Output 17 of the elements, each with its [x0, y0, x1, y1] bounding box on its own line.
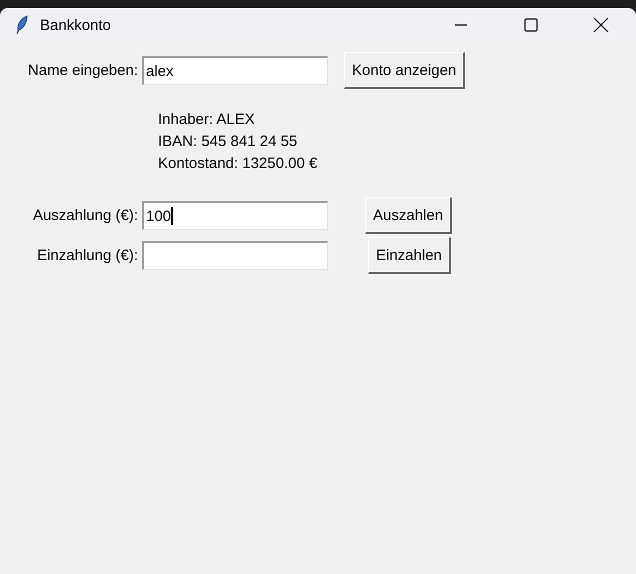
- account-info-line: Inhaber: ALEX: [158, 110, 256, 130]
- close-icon: [593, 17, 609, 33]
- text-cursor: [171, 207, 174, 225]
- amount-input[interactable]: [142, 241, 328, 270]
- show-account-button[interactable]: Konto anzeigen: [344, 52, 466, 89]
- transaction-button[interactable]: Einzahlen: [368, 237, 451, 274]
- window-title: Bankkonto: [40, 16, 112, 34]
- transaction-button[interactable]: Auszahlen: [365, 197, 452, 234]
- maximize-icon: [524, 18, 538, 32]
- name-label: Name eingeben:: [26, 62, 139, 79]
- amount-input[interactable]: 100: [142, 201, 328, 230]
- account-info-line: IBAN: 545 841 24 55: [158, 132, 298, 152]
- feather-icon: [16, 15, 28, 35]
- amount-label: Einzahlung (€):: [36, 247, 139, 264]
- name-input[interactable]: alex: [142, 56, 328, 85]
- account-info-line: Kontostand: 13250.00 €: [158, 154, 318, 174]
- amount-label: Auszahlung (€):: [32, 207, 139, 224]
